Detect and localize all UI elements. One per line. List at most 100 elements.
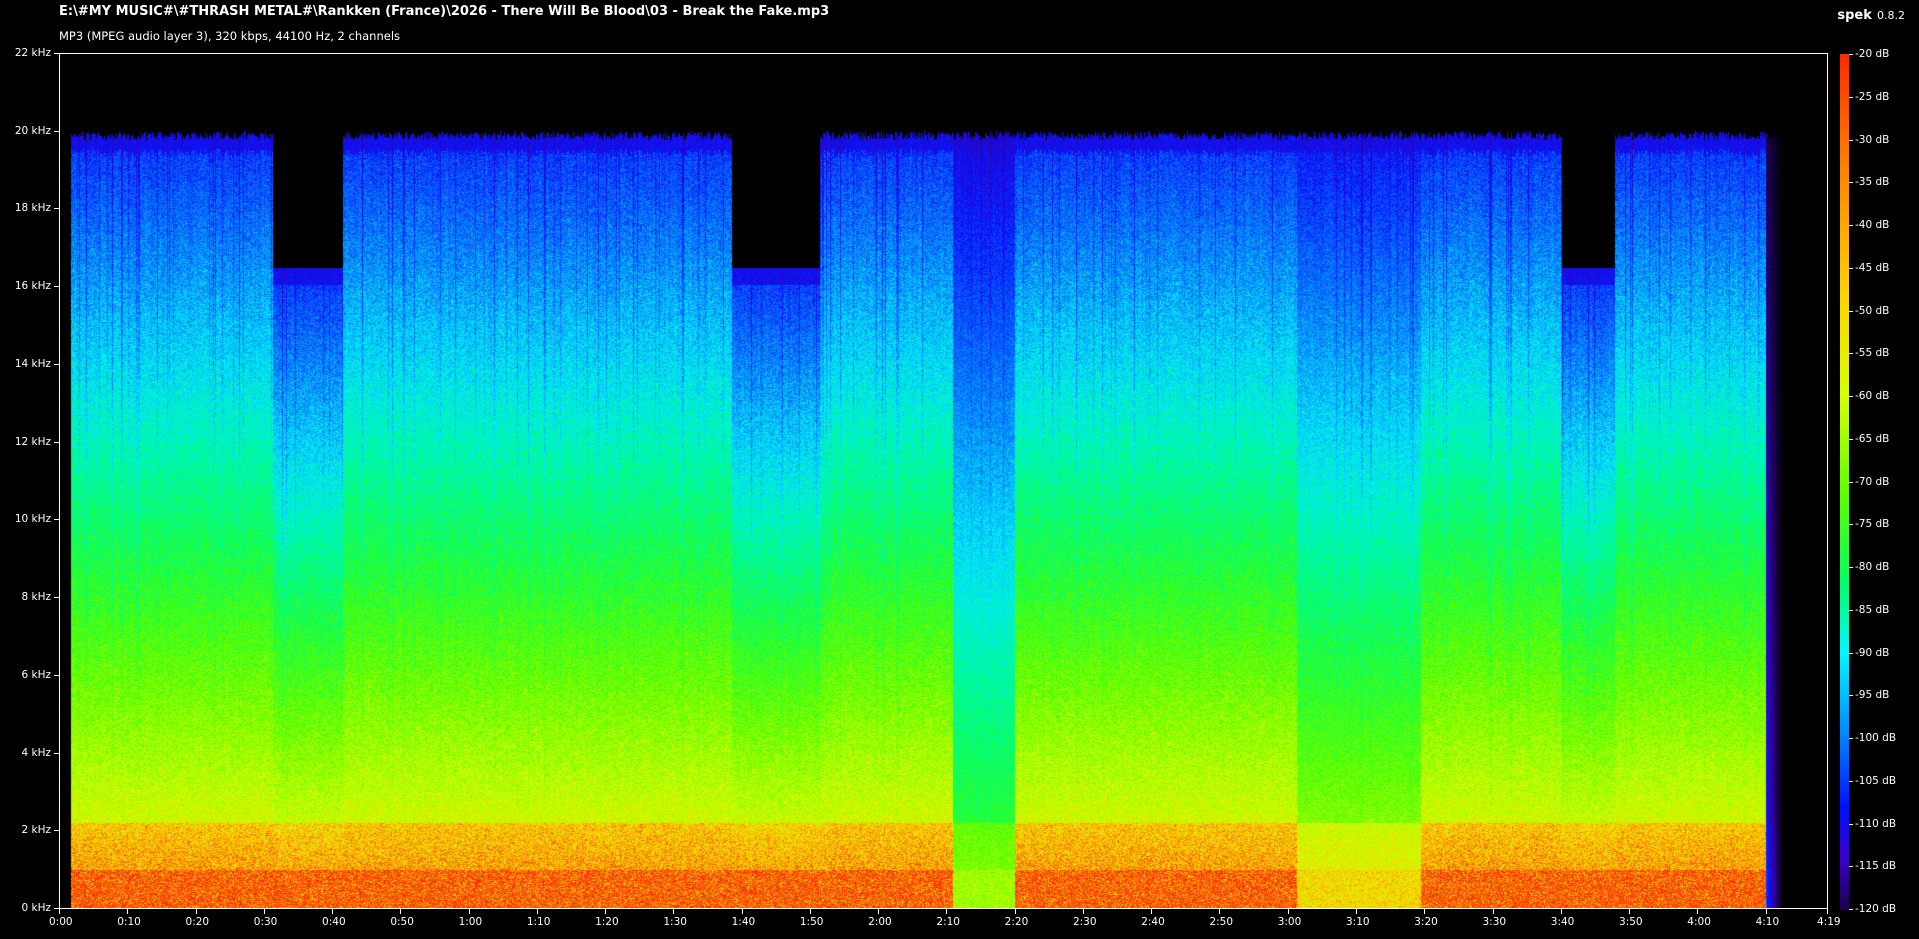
time-tick-mark bbox=[195, 909, 197, 914]
db-tick-label: -80 dB bbox=[1855, 561, 1890, 573]
db-tick-mark bbox=[1849, 310, 1853, 312]
db-tick-label: -60 dB bbox=[1855, 390, 1890, 402]
db-tick-label: -35 dB bbox=[1855, 176, 1890, 189]
time-tick-label: 0:50 bbox=[390, 916, 414, 928]
db-tick-mark bbox=[1849, 96, 1853, 98]
frequency-tick-label: 8 kHz bbox=[21, 591, 51, 604]
db-tick-label: -40 dB bbox=[1855, 219, 1890, 231]
app-version: 0.8.2 bbox=[1877, 9, 1905, 22]
time-tick-label: 1:40 bbox=[731, 916, 756, 928]
file-info: MP3 (MPEG audio layer 3), 320 kbps, 4410… bbox=[59, 29, 401, 43]
time-tick-mark bbox=[1424, 909, 1426, 914]
db-tick-label: -95 dB bbox=[1855, 689, 1890, 702]
file-path-title: E:\#MY MUSIC#\#THRASH METAL#\Rankken (Fr… bbox=[59, 4, 830, 19]
time-tick-label: 4:19 bbox=[1817, 916, 1841, 928]
time-tick-label: 0:30 bbox=[253, 916, 278, 928]
time-tick-mark bbox=[400, 909, 402, 914]
time-tick-label: 3:30 bbox=[1482, 916, 1507, 928]
spectrogram-plot[interactable] bbox=[59, 53, 1828, 909]
db-tick-mark bbox=[1849, 139, 1853, 141]
spectrogram-image bbox=[60, 54, 1827, 908]
time-tick-mark bbox=[332, 909, 334, 914]
time-tick-label: 3:00 bbox=[1277, 916, 1302, 928]
time-tick-mark bbox=[605, 909, 607, 914]
time-tick-mark bbox=[1827, 909, 1828, 914]
time-tick-mark bbox=[809, 909, 811, 914]
frequency-tick-label: 6 kHz bbox=[21, 668, 51, 681]
frequency-tick-label: 20 kHz bbox=[14, 124, 51, 137]
frequency-tick-label: 10 kHz bbox=[14, 513, 51, 526]
time-tick-label: 0:20 bbox=[185, 916, 210, 928]
db-tick-label: -20 dB bbox=[1855, 48, 1890, 60]
time-tick-label: 2:30 bbox=[1072, 916, 1097, 928]
time-tick-mark bbox=[1492, 909, 1494, 914]
time-tick-mark bbox=[878, 909, 880, 914]
db-tick-mark bbox=[1849, 524, 1853, 526]
db-tick-mark bbox=[1849, 609, 1853, 611]
time-tick-label: 0:10 bbox=[117, 916, 141, 928]
time-tick-mark bbox=[1219, 909, 1221, 914]
time-tick-label: 0:00 bbox=[49, 916, 73, 928]
db-tick-label: -30 dB bbox=[1855, 133, 1890, 146]
db-color-scale bbox=[1840, 54, 1849, 910]
db-tick-label: -55 dB bbox=[1855, 347, 1890, 360]
db-tick-mark bbox=[1849, 54, 1853, 55]
time-tick-label: 1:20 bbox=[595, 916, 619, 928]
db-tick-mark bbox=[1849, 780, 1853, 782]
time-tick-mark bbox=[1287, 909, 1289, 914]
frequency-tick-label: 16 kHz bbox=[14, 280, 51, 293]
db-tick-label: -120 dB bbox=[1855, 903, 1897, 915]
time-tick-mark bbox=[468, 909, 470, 914]
time-tick-mark bbox=[536, 909, 538, 914]
frequency-tick-label: 18 kHz bbox=[14, 202, 51, 215]
db-tick-mark bbox=[1849, 695, 1853, 697]
db-tick-label: -45 dB bbox=[1855, 261, 1890, 274]
time-tick-label: 4:00 bbox=[1687, 916, 1711, 928]
time-tick-label: 1:30 bbox=[663, 916, 687, 928]
db-tick-mark bbox=[1849, 267, 1853, 269]
app-name: spek bbox=[1837, 8, 1872, 23]
time-tick-mark bbox=[1765, 909, 1767, 914]
db-tick-label: -70 dB bbox=[1855, 475, 1890, 488]
db-tick-mark bbox=[1849, 438, 1853, 440]
db-tick-mark bbox=[1849, 353, 1853, 355]
time-tick-mark bbox=[1697, 909, 1699, 914]
time-tick-label: 1:50 bbox=[799, 916, 824, 928]
time-tick-mark bbox=[1355, 909, 1357, 914]
time-tick-label: 1:00 bbox=[458, 916, 483, 928]
time-tick-mark bbox=[1151, 909, 1153, 914]
time-tick-label: 2:40 bbox=[1141, 916, 1165, 928]
db-tick-mark bbox=[1849, 652, 1853, 654]
db-tick-mark bbox=[1849, 823, 1853, 825]
time-tick-label: 3:20 bbox=[1414, 916, 1438, 928]
frequency-tick-label: 14 kHz bbox=[14, 357, 51, 370]
time-tick-label: 2:00 bbox=[868, 916, 892, 928]
db-tick-mark bbox=[1849, 481, 1853, 483]
db-tick-label: -110 dB bbox=[1855, 817, 1897, 830]
time-tick-mark bbox=[127, 909, 129, 914]
time-tick-label: 3:40 bbox=[1550, 916, 1575, 928]
time-tick-label: 3:10 bbox=[1345, 916, 1370, 928]
db-tick-mark bbox=[1849, 909, 1853, 910]
frequency-tick-label: 22 kHz bbox=[14, 47, 51, 59]
frequency-tick-label: 12 kHz bbox=[14, 435, 51, 448]
db-tick-label: -115 dB bbox=[1855, 860, 1897, 873]
db-tick-label: -85 dB bbox=[1855, 603, 1890, 616]
time-tick-label: 1:10 bbox=[526, 916, 551, 928]
db-tick-label: -75 dB bbox=[1855, 518, 1890, 531]
db-tick-mark bbox=[1849, 396, 1853, 397]
db-tick-mark bbox=[1849, 866, 1853, 868]
db-tick-label: -105 dB bbox=[1855, 774, 1897, 787]
db-tick-label: -90 dB bbox=[1855, 646, 1890, 659]
time-tick-label: 2:50 bbox=[1209, 916, 1234, 928]
db-tick-label: -25 dB bbox=[1855, 90, 1890, 103]
db-tick-label: -65 dB bbox=[1855, 432, 1890, 445]
db-tick-mark bbox=[1849, 182, 1853, 184]
frequency-tick-label: 2 kHz bbox=[21, 824, 51, 837]
db-tick-mark bbox=[1849, 567, 1853, 568]
time-tick-mark bbox=[1014, 909, 1016, 914]
time-tick-label: 4:10 bbox=[1755, 916, 1780, 928]
time-tick-mark bbox=[1082, 909, 1084, 914]
time-tick-mark bbox=[1629, 909, 1631, 914]
frequency-tick-label: 0 kHz bbox=[21, 902, 51, 914]
